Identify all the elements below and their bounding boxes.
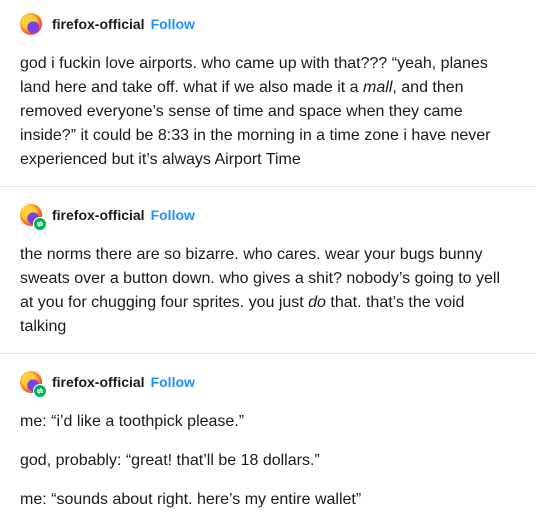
post-body: god i fuckin love airports. who came up … [20, 52, 510, 172]
post-header: firefox-official Follow [20, 202, 195, 231]
post-paragraph: god i fuckin love airports. who came up … [20, 55, 491, 168]
post-body: me: “sounds about right. here’s my entir… [20, 488, 510, 512]
post-paragraph: god, probably: “great! that’ll be 18 dol… [20, 452, 320, 469]
firefox-avatar-icon[interactable] [20, 371, 47, 398]
reblog-icon [33, 217, 47, 231]
post-paragraph: me: “i’d like a toothpick please.” [20, 413, 245, 430]
post-paragraph: the norms there are so bizarre. who care… [20, 246, 500, 335]
firefox-avatar-icon[interactable] [20, 204, 47, 231]
post-header: firefox-official Follow [20, 11, 195, 37]
divider [0, 186, 536, 187]
reblog-icon [33, 384, 47, 398]
post-body: the norms there are so bizarre. who care… [20, 243, 510, 339]
post-body: god, probably: “great! that’ll be 18 dol… [20, 449, 510, 473]
username[interactable]: firefox-official [52, 374, 145, 390]
follow-button[interactable]: Follow [151, 207, 195, 223]
post-header: firefox-official Follow [20, 369, 195, 398]
follow-button[interactable]: Follow [151, 16, 195, 32]
post-paragraph: me: “sounds about right. here’s my entir… [20, 491, 362, 508]
username[interactable]: firefox-official [52, 16, 145, 32]
post-body: me: “i’d like a toothpick please.” [20, 410, 510, 434]
divider [0, 353, 536, 354]
username[interactable]: firefox-official [52, 207, 145, 223]
follow-button[interactable]: Follow [151, 374, 195, 390]
firefox-avatar-icon[interactable] [20, 13, 42, 35]
